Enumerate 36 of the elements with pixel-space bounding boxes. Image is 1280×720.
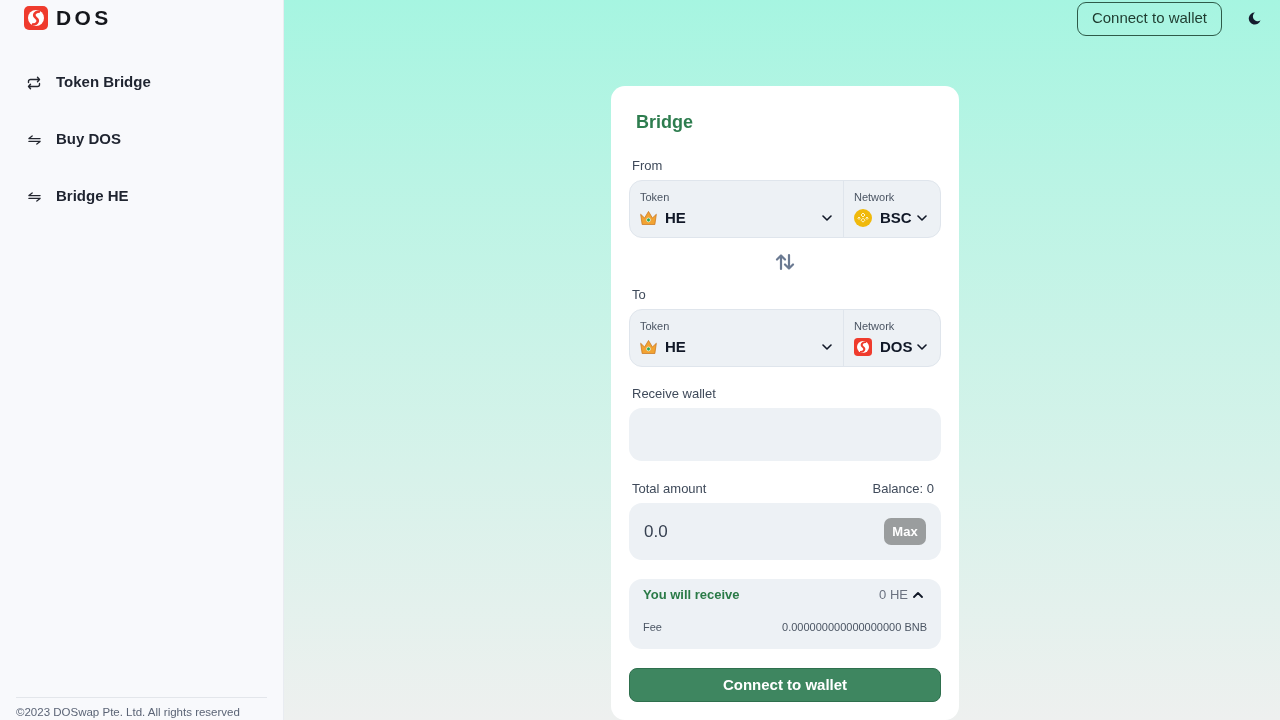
chevron-up-icon[interactable] — [913, 592, 923, 598]
balance-text: Balance: 0 — [872, 480, 934, 498]
crown-icon — [640, 211, 657, 225]
swoosh-logo-icon — [24, 6, 48, 30]
token-select[interactable]: Token HE — [630, 310, 843, 366]
token-select[interactable]: Token HE — [630, 181, 843, 237]
receive-amount: 0 HE — [879, 586, 908, 605]
crown-icon — [640, 340, 657, 354]
chevron-down-icon — [822, 215, 832, 221]
dark-mode-moon-icon[interactable] — [1248, 12, 1261, 25]
sidebar-nav-link[interactable]: Token Bridge — [0, 54, 283, 111]
swap-direction-icon[interactable] — [775, 253, 795, 271]
section-label: From — [631, 157, 664, 175]
chevron-down-icon — [917, 344, 927, 350]
card-title: Bridge — [635, 111, 694, 134]
field-label: Total amount — [631, 480, 707, 498]
copyright-text: ©2023 DOSwap Pte. Ltd. All rights reserved — [16, 705, 241, 719]
chevron-down-icon — [822, 344, 832, 350]
sidebar-nav-link[interactable]: Bridge HE — [0, 168, 283, 225]
section-label: To — [631, 286, 647, 304]
network-select[interactable]: Network DOS — [843, 310, 940, 366]
coin-icon — [854, 209, 872, 227]
swap-arrows-icon — [27, 191, 41, 202]
chevron-down-icon — [917, 215, 927, 221]
logo-wordmark: DOS — [56, 6, 112, 30]
connect-wallet-button[interactable]: Connect to wallet — [629, 668, 941, 702]
network-select[interactable]: Network BSC — [843, 181, 940, 237]
field-label: Receive wallet — [631, 385, 717, 403]
receive-label: You will receive — [643, 586, 740, 605]
connect-wallet-button[interactable]: Connect to wallet — [1076, 1, 1222, 36]
fee-value: 0.000000000000000000 BNB — [782, 619, 927, 635]
repeat-arrows-icon — [27, 75, 41, 90]
fee-label: Fee — [643, 619, 662, 635]
swap-arrows-icon — [27, 134, 41, 145]
sidebar-nav-link[interactable]: Buy DOS — [0, 111, 283, 168]
swoosh-logo-icon — [854, 338, 872, 356]
